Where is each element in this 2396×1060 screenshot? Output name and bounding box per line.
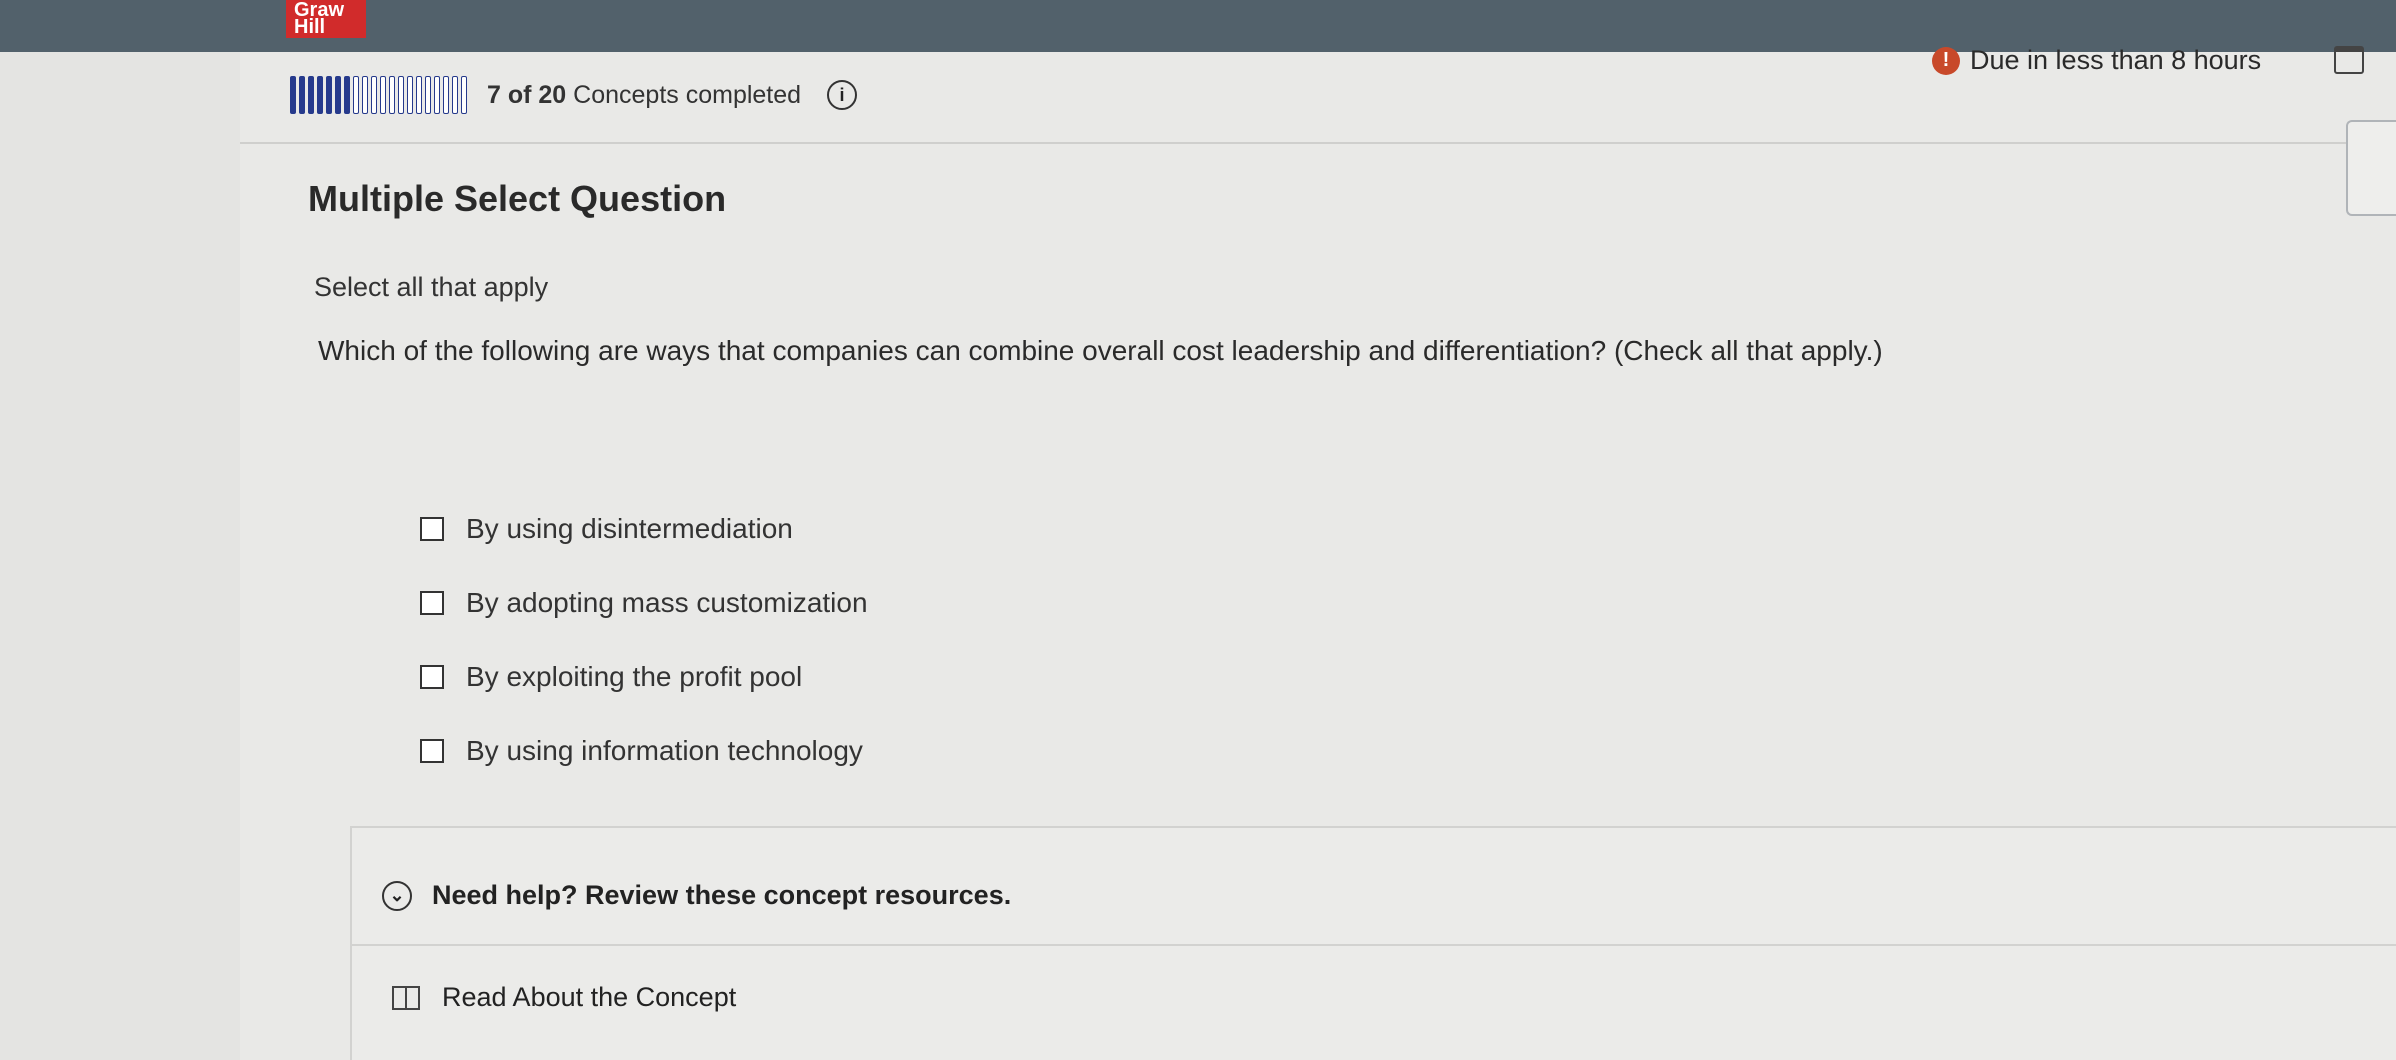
logo-line-2: Hill	[294, 16, 326, 38]
progress-segment	[434, 76, 440, 114]
question-type-title: Multiple Select Question	[308, 178, 727, 219]
progress-segment	[452, 76, 458, 114]
option-checkbox[interactable]	[420, 591, 444, 615]
help-toggle[interactable]: ⌄ Need help? Review these concept resour…	[382, 880, 1011, 911]
chevron-down-icon: ⌄	[382, 880, 412, 911]
progress-label: Concepts completed	[573, 80, 802, 109]
progress-segment	[317, 76, 323, 114]
progress-text: 7 of 20 Concepts completed	[487, 81, 801, 110]
progress-segment	[389, 76, 395, 114]
progress-row: 7 of 20 Concepts completed i	[290, 75, 858, 115]
progress-count: 7 of 20	[487, 80, 567, 109]
answer-options: By using disintermediation By adopting m…	[420, 492, 868, 788]
calendar-icon[interactable]	[2334, 46, 2364, 74]
option-row[interactable]: By using information technology	[420, 714, 868, 788]
progress-segment	[371, 76, 377, 114]
option-label: By using information technology	[466, 735, 863, 766]
due-notice: ! Due in less than 8 hours	[1932, 45, 2261, 76]
info-icon[interactable]: i	[827, 80, 858, 110]
question-instruction: Select all that apply	[314, 272, 549, 302]
help-divider	[352, 944, 2396, 946]
progress-segment	[335, 76, 341, 114]
progress-segment	[353, 76, 359, 114]
progress-segment	[380, 76, 386, 114]
option-label: By adopting mass customization	[466, 587, 868, 618]
progress-segment	[362, 76, 368, 114]
progress-segment	[290, 76, 296, 114]
brand-logo[interactable]: Graw Hill	[286, 0, 366, 38]
option-label: By using disintermediation	[466, 513, 793, 544]
progress-segment	[398, 76, 404, 114]
option-checkbox[interactable]	[420, 517, 444, 541]
header-divider	[240, 142, 2396, 144]
help-panel: ⌄ Need help? Review these concept resour…	[350, 826, 2396, 1060]
option-checkbox[interactable]	[420, 665, 444, 689]
book-icon	[392, 985, 420, 1010]
option-label: By exploiting the profit pool	[466, 661, 803, 692]
progress-segment	[425, 76, 431, 114]
help-toggle-label: Need help? Review these concept resource…	[432, 880, 1012, 910]
progress-segment	[461, 76, 467, 114]
question-prompt: Which of the following are ways that com…	[318, 335, 1883, 366]
progress-segment	[308, 76, 314, 114]
alert-icon: !	[1932, 46, 1960, 75]
progress-segment	[344, 76, 350, 114]
progress-segment	[443, 76, 449, 114]
progress-bar	[290, 76, 467, 114]
progress-segment	[299, 76, 305, 114]
progress-segment	[407, 76, 413, 114]
progress-segment	[326, 76, 332, 114]
option-row[interactable]: By using disintermediation	[420, 492, 868, 566]
option-row[interactable]: By adopting mass customization	[420, 566, 868, 640]
progress-segment	[416, 76, 422, 114]
due-text: Due in less than 8 hours	[1970, 45, 2262, 75]
read-about-concept-link[interactable]: Read About the Concept	[392, 982, 736, 1013]
option-row[interactable]: By exploiting the profit pool	[420, 640, 868, 714]
option-checkbox[interactable]	[420, 739, 444, 763]
read-about-concept-label: Read About the Concept	[442, 982, 737, 1012]
side-panel-tab[interactable]	[2346, 120, 2396, 216]
